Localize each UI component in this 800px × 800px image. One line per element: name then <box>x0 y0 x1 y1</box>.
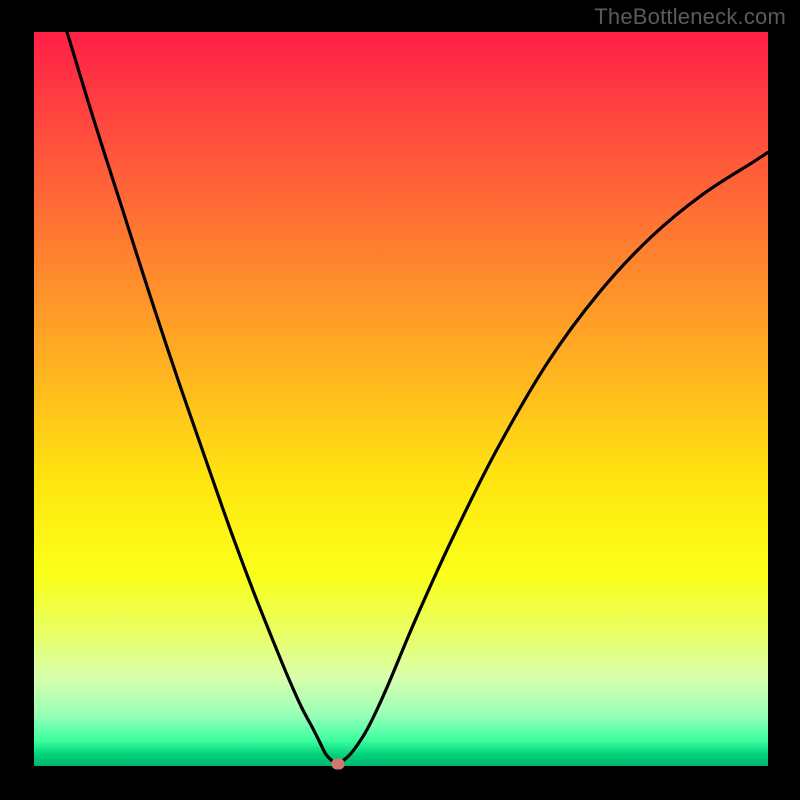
bottleneck-curve <box>67 32 768 763</box>
optimal-point-marker <box>331 758 344 769</box>
chart-container: TheBottleneck.com <box>0 0 800 800</box>
watermark-label: TheBottleneck.com <box>594 4 786 30</box>
plot-svg <box>34 32 768 766</box>
